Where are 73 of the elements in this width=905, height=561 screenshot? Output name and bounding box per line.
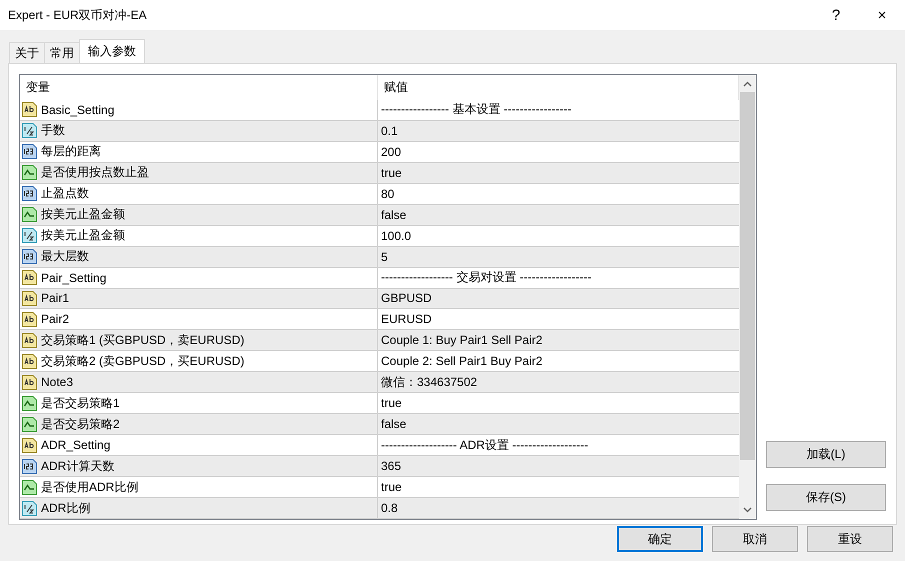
- parameter-name: 止盈点数: [41, 185, 89, 202]
- close-button[interactable]: ×: [859, 0, 905, 30]
- parameter-value[interactable]: 200: [378, 144, 739, 159]
- parameter-value[interactable]: true: [378, 396, 739, 410]
- parameter-value[interactable]: true: [378, 480, 739, 494]
- int-type-icon: [22, 186, 37, 202]
- parameter-value[interactable]: false: [378, 417, 739, 432]
- dialog-button[interactable]: 取消: [712, 526, 798, 552]
- help-button[interactable]: ?: [813, 0, 859, 30]
- parameter-value[interactable]: 365: [378, 459, 739, 474]
- side-button[interactable]: 加载(L): [766, 441, 886, 468]
- bool-type-icon: [22, 480, 37, 495]
- chevron-up-icon[interactable]: [743, 81, 752, 87]
- parameter-value[interactable]: Couple 1: Buy Pair1 Sell Pair2: [378, 333, 739, 348]
- string-type-icon: [22, 290, 37, 306]
- parameter-name: 按美元止盈金额: [41, 206, 125, 224]
- parameter-name: ADR比例: [41, 500, 90, 517]
- parameter-value[interactable]: ------------------ 交易对设置 ------------------: [378, 269, 739, 286]
- string-type-icon: [22, 332, 37, 348]
- string-type-icon: [22, 270, 37, 286]
- parameter-name: 是否交易策略1: [41, 394, 120, 412]
- int-type-icon: [22, 458, 37, 474]
- int-type-icon: [22, 249, 37, 264]
- parameter-value[interactable]: 微信：334637502: [378, 374, 739, 391]
- side-button[interactable]: 保存(S): [766, 484, 886, 511]
- int-type-icon: [22, 144, 37, 160]
- parameter-value[interactable]: 100.0: [378, 228, 739, 243]
- parameter-name: 交易策略1 (买GBPUSD，卖EURUSD): [41, 332, 244, 349]
- tab[interactable]: 输入参数: [79, 39, 145, 63]
- parameter-name: 是否使用ADR比例: [41, 478, 138, 496]
- parameter-name: Pair_Setting: [41, 270, 106, 285]
- parameter-name: Pair1: [41, 291, 70, 306]
- double-type-icon: [22, 123, 37, 138]
- parameter-value[interactable]: GBPUSD: [378, 291, 739, 306]
- dialog-button[interactable]: 确定: [617, 526, 703, 552]
- parameter-name: ADR计算天数: [41, 458, 114, 475]
- bool-type-icon: [22, 165, 37, 180]
- parameter-value[interactable]: ----------------- 基本设置 -----------------: [378, 101, 739, 118]
- parameter-name: 是否使用按点数止盈: [41, 164, 149, 182]
- parameter-name: ADR_Setting: [41, 438, 110, 452]
- string-type-icon: [22, 374, 37, 390]
- parameter-name: 每层的距离: [41, 143, 101, 160]
- double-type-icon: [22, 228, 37, 244]
- parameter-value[interactable]: 5: [378, 250, 739, 264]
- parameter-name: 按美元止盈金额: [41, 227, 125, 244]
- bool-type-icon: [22, 416, 37, 432]
- parameter-name: 是否交易策略2: [41, 416, 120, 433]
- parameter-name: Note3: [41, 375, 74, 390]
- parameter-name: 交易策略2 (卖GBPUSD，买EURUSD): [41, 352, 244, 370]
- parameter-value[interactable]: true: [378, 166, 739, 180]
- chevron-down-icon[interactable]: [743, 507, 752, 513]
- parameter-value[interactable]: 0.1: [378, 124, 739, 138]
- parameter-value[interactable]: EURUSD: [378, 312, 739, 326]
- string-type-icon: [22, 354, 37, 369]
- window-title: Expert - EUR双币对冲-EA: [8, 6, 148, 24]
- parameter-name: Pair2: [41, 312, 70, 326]
- bool-type-icon: [22, 396, 37, 411]
- dialog-button[interactable]: 重设: [807, 526, 893, 552]
- scrollbar[interactable]: [739, 75, 756, 519]
- parameter-value[interactable]: 0.8: [378, 501, 739, 516]
- parameter-name: 手数: [41, 122, 65, 140]
- parameter-value[interactable]: Couple 2: Sell Pair1 Buy Pair2: [378, 354, 739, 368]
- double-type-icon: [22, 500, 37, 516]
- parameter-value[interactable]: false: [378, 208, 739, 222]
- string-type-icon: [22, 102, 37, 118]
- parameter-name: 最大层数: [41, 248, 89, 266]
- tab[interactable]: 关于: [9, 42, 45, 63]
- bool-type-icon: [22, 207, 37, 222]
- parameter-value[interactable]: 80: [378, 186, 739, 201]
- parameter-name: Basic_Setting: [41, 102, 114, 117]
- string-type-icon: [22, 312, 37, 327]
- string-type-icon: [22, 438, 37, 453]
- parameter-value[interactable]: ------------------- ADR设置 -------------------: [378, 436, 739, 454]
